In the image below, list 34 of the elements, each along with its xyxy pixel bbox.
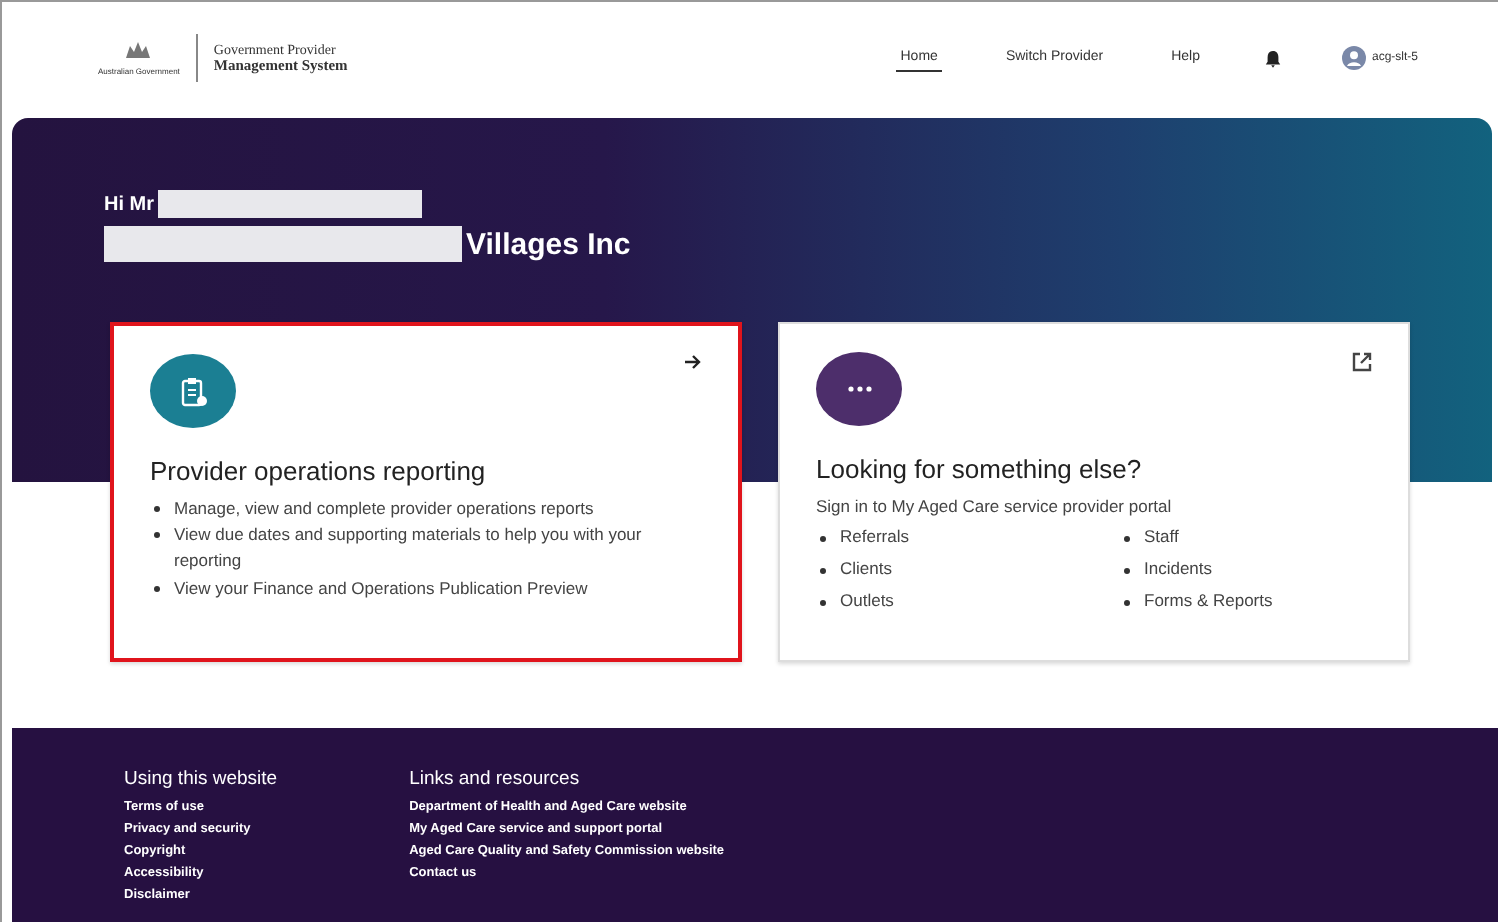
- list-item: Forms & Reports: [1144, 590, 1273, 610]
- bullet-icon: [1124, 600, 1130, 606]
- footer-heading: Links and resources: [409, 768, 582, 790]
- list-item: Staff: [1144, 526, 1179, 546]
- avatar-icon[interactable]: [1341, 46, 1366, 70]
- bullet-icon: [1124, 568, 1130, 574]
- list-item: View your Finance and Operations Publication Preview: [174, 575, 588, 602]
- list-item: Manage, view and complete provider operations reports: [174, 496, 594, 522]
- clipboard-icon: [179, 375, 207, 407]
- list-item: Clients: [840, 558, 892, 578]
- link-card[interactable]: Looking for something else? Sign in to My Aged Care service provider portal Referrals Staff Clients Incidents Outlets Forms & Reports: [778, 322, 1410, 662]
- bullet-icon: [1124, 536, 1130, 542]
- greeting: Hi Mr: [104, 193, 154, 215]
- bullet-icon: [820, 536, 826, 542]
- card-title: Looking for something else?: [816, 454, 1144, 484]
- footer-heading: Using this website: [124, 768, 278, 790]
- external-link-icon[interactable]: [1352, 352, 1372, 372]
- list-item: Outlets: [840, 590, 894, 610]
- organisation-name: Villages Inc: [466, 227, 631, 261]
- bell-icon[interactable]: [1263, 49, 1282, 67]
- list-item: Incidents: [1144, 558, 1213, 578]
- bullet-icon: [154, 506, 160, 512]
- bullet-icon: [820, 568, 826, 574]
- card-title: Provider operations reporting: [150, 456, 488, 486]
- arrow-right-icon[interactable]: [684, 354, 702, 370]
- ellipsis-icon: [847, 386, 871, 392]
- bullet-icon: [154, 585, 160, 592]
- bullet-icon: [154, 532, 160, 539]
- link-card[interactable]: [110, 322, 742, 662]
- list-item: View due dates and supporting materials to help you with your reporting: [174, 522, 644, 575]
- crest-icon: [122, 40, 155, 64]
- card-subtitle: Sign in to My Aged Care service provider portal: [816, 496, 1174, 516]
- bullet-icon: [820, 600, 826, 606]
- list-item: Referrals: [840, 526, 909, 546]
